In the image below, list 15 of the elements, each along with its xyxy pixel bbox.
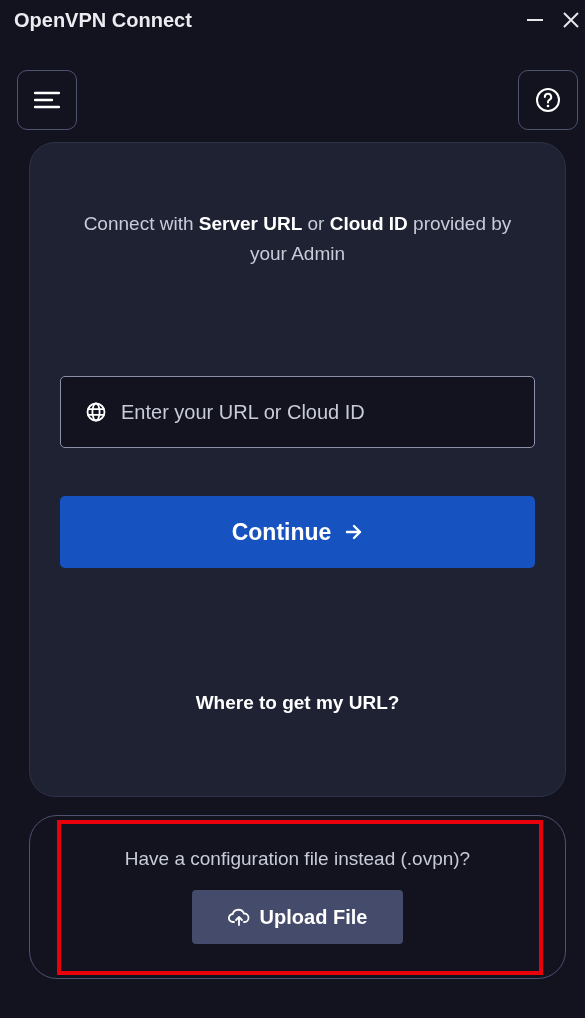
connect-prompt: Connect with Server URL or Cloud ID provided by your Admin [82,212,513,266]
url-input-field[interactable]: Enter your URL or Cloud ID [60,376,535,448]
menu-button[interactable] [17,70,77,130]
help-link[interactable]: Where to get my URL? [195,692,400,714]
window-title: OpenVPN Connect [14,8,192,32]
menu-icon [34,90,60,110]
globe-icon [86,402,106,422]
upload-button[interactable]: Upload File [192,890,403,944]
arrow-right-icon [345,524,364,540]
config-prompt: Have a configuration file instead (.ovpn)? [124,848,471,870]
close-icon[interactable] [561,10,581,30]
help-icon [535,87,561,113]
cloud-upload-icon [227,908,250,926]
continue-button[interactable]: Continue [60,496,535,568]
help-button[interactable] [518,70,578,130]
